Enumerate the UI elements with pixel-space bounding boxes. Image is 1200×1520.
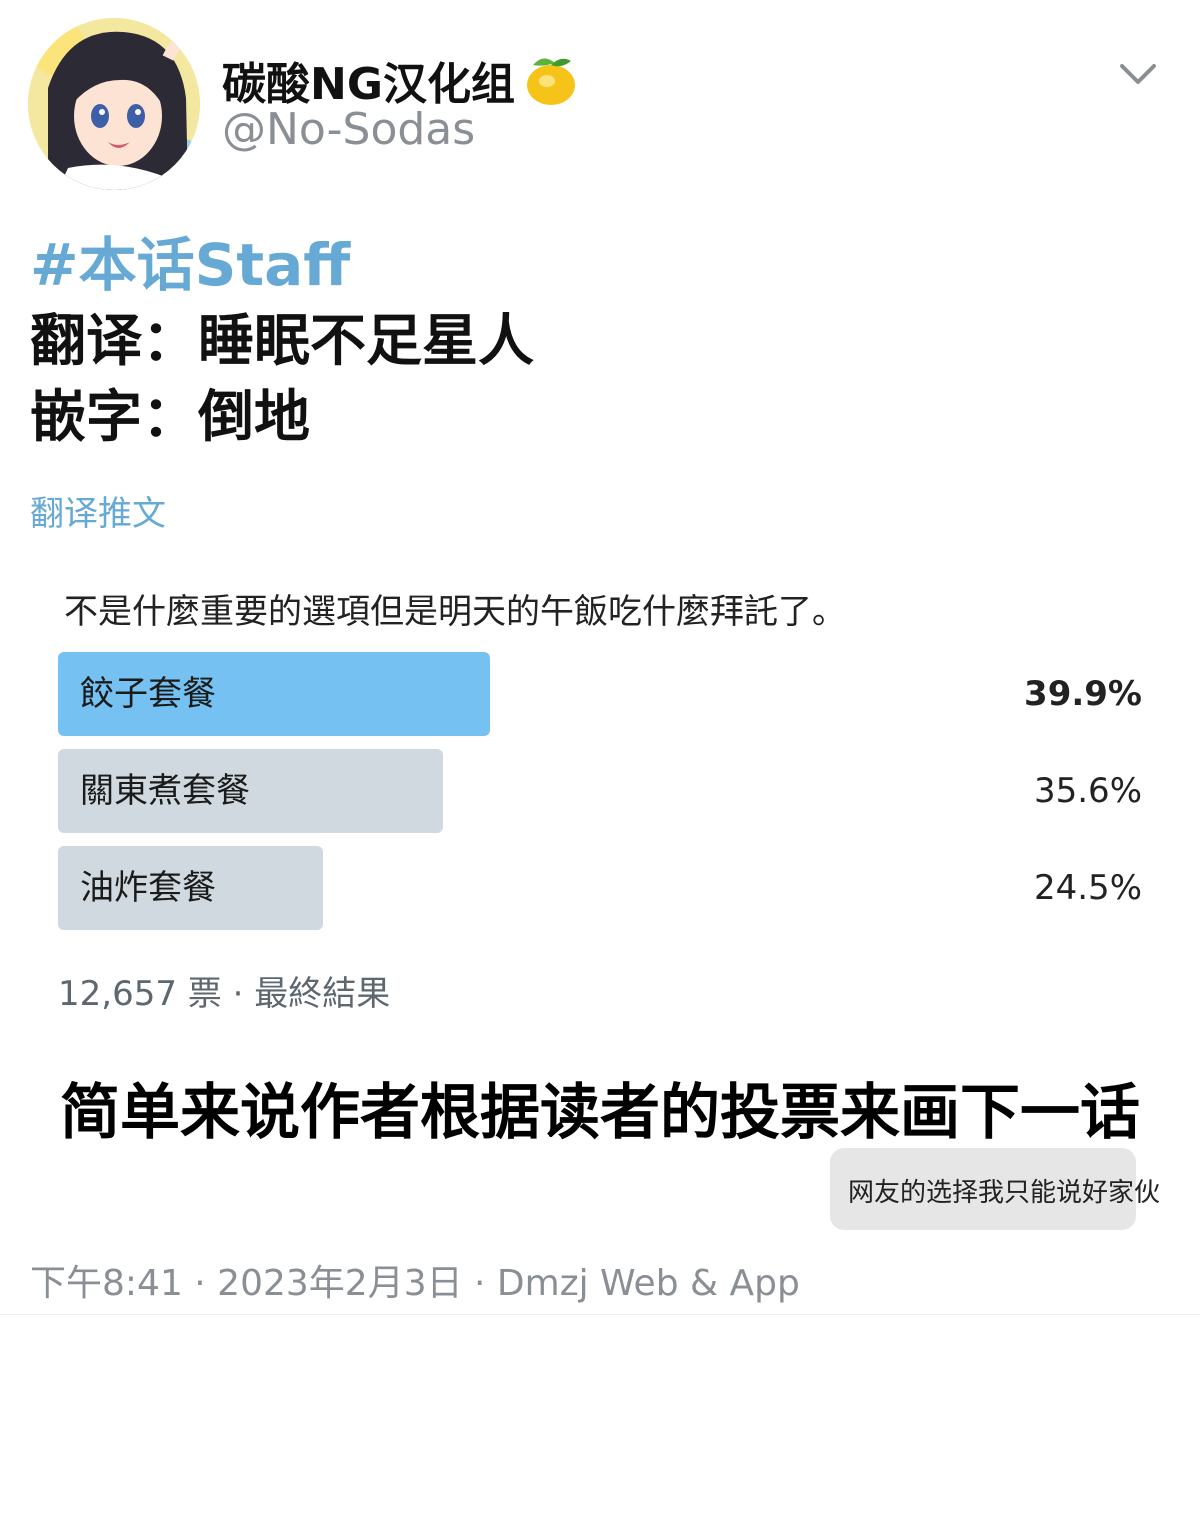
user-handle[interactable]: @No-Sodas [222, 104, 475, 155]
poll-vote-count: 12,657 票 · 最終結果 [58, 974, 391, 1014]
credit-translator: 翻译：睡眠不足星人 [30, 309, 534, 374]
poll-option-percent: 24.5% [1033, 868, 1142, 908]
translate-tweet-link[interactable]: 翻译推文 [30, 486, 166, 535]
avatar-image [28, 18, 200, 190]
poll-option-percent: 35.6% [1033, 771, 1142, 811]
poll-question: 不是什麼重要的選項但是明天的午飯吃什麼拜託了。 [64, 592, 846, 632]
avatar[interactable] [28, 18, 200, 190]
chevron-down-icon[interactable] [1112, 56, 1164, 96]
hashtag-link[interactable]: #本话Staff [30, 218, 350, 302]
lemon-icon [521, 51, 579, 109]
poll-option-label: 餃子套餐 [80, 674, 216, 714]
divider [0, 1314, 1200, 1315]
speech-bubble-text: 网友的选择我只能说好家伙 [848, 1178, 1161, 1208]
credit-typesetter: 嵌字：倒地 [30, 385, 310, 450]
poll-option-label: 關東煮套餐 [80, 771, 250, 811]
display-name-text: 碳酸NG汉化组 [222, 59, 515, 110]
comic-caption: 简单来说作者根据读者的投票来画下一话 [60, 1078, 1140, 1148]
tweet-timestamp[interactable]: 下午8:41 · 2023年2月3日 · Dmzj Web & App [30, 1254, 800, 1306]
poll-option-label: 油炸套餐 [80, 868, 216, 908]
poll-option-percent: 39.9% [1024, 674, 1142, 714]
display-name[interactable]: 碳酸NG汉化组 [222, 48, 579, 112]
